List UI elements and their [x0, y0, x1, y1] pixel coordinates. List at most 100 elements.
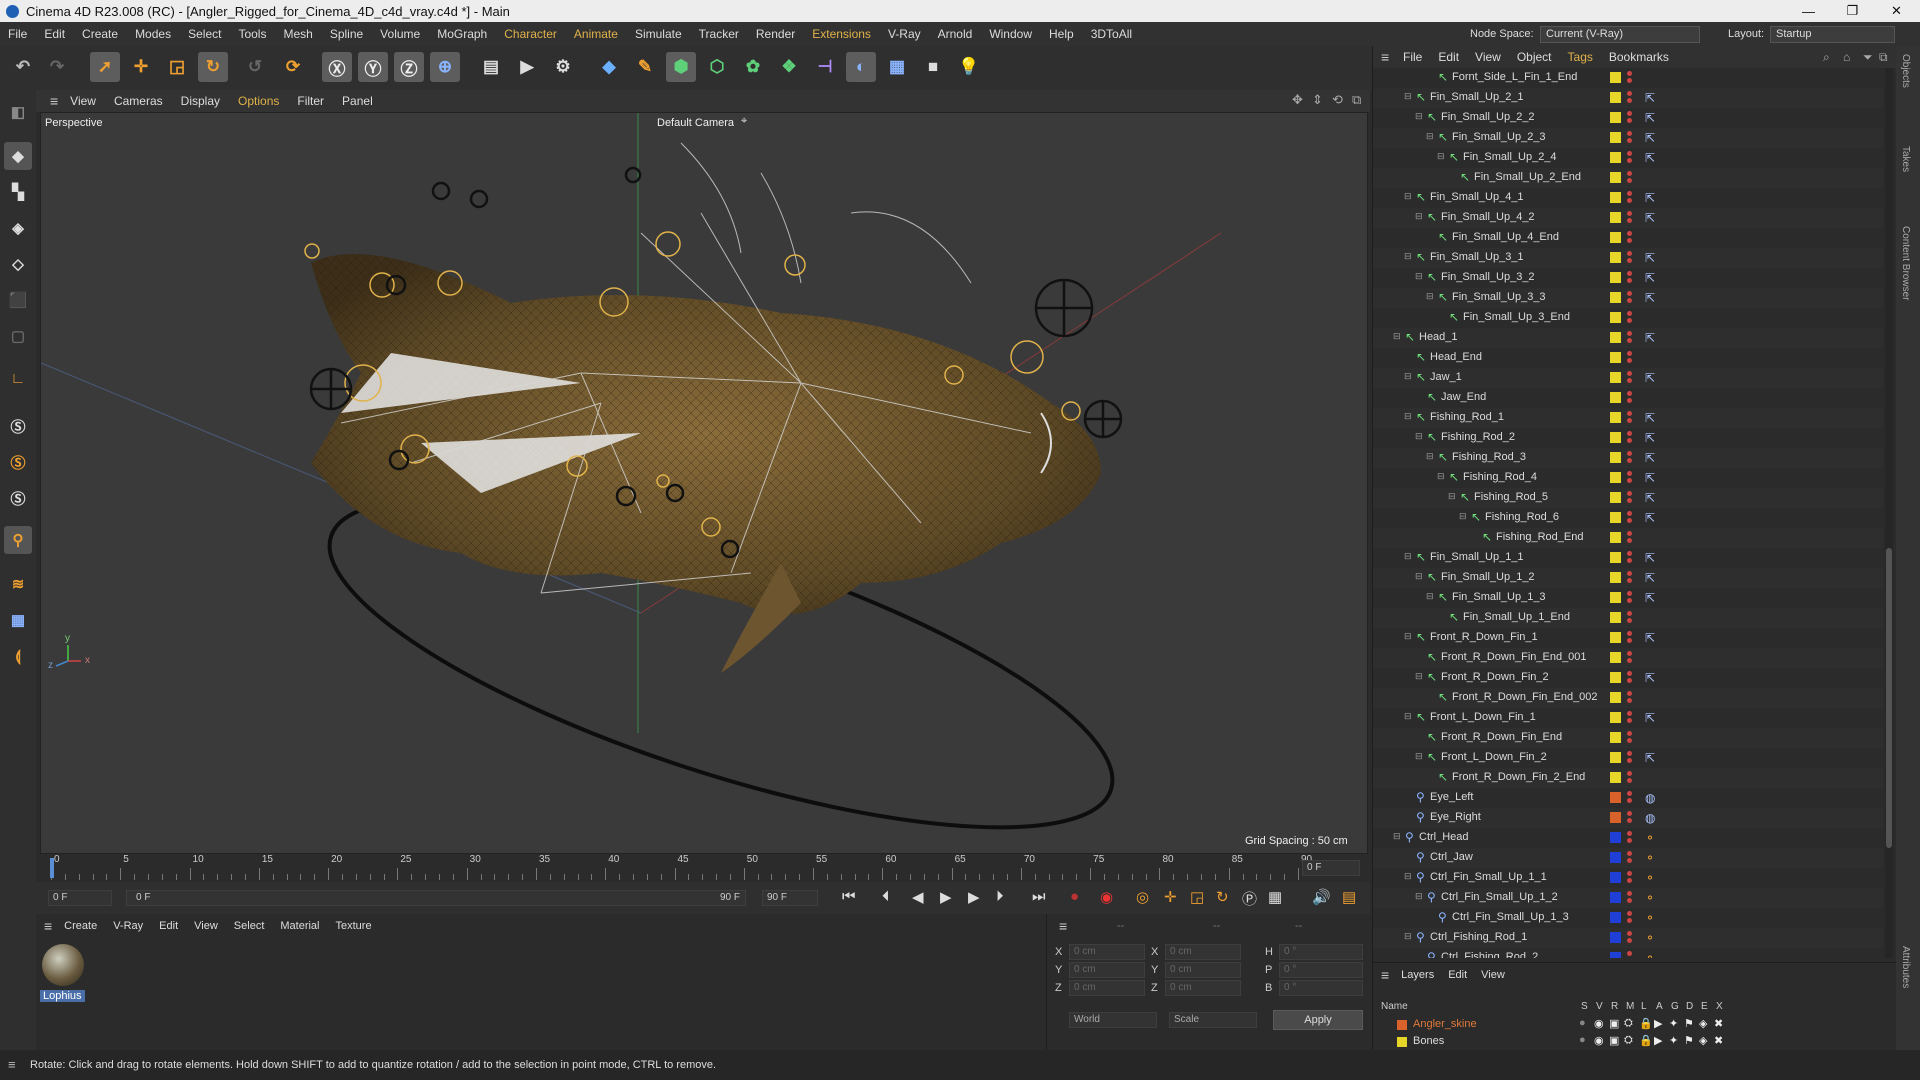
layer-color-swatch[interactable] — [1610, 312, 1621, 323]
rotation-field[interactable]: 0 ° — [1279, 980, 1363, 996]
visibility-dots-icon[interactable] — [1627, 91, 1632, 105]
viewport-menu-cameras[interactable]: Cameras — [114, 94, 163, 108]
layer-color-swatch[interactable] — [1610, 792, 1621, 803]
undo-icon[interactable]: ↶ — [8, 52, 38, 82]
object-name[interactable]: Front_R_Down_Fin_End — [1441, 731, 1562, 743]
object-row[interactable]: ↖ Fishing_Rod_End — [1373, 528, 1883, 548]
layer-toggle-icon[interactable]: ◈ — [1699, 1034, 1707, 1047]
collapse-toggle-icon[interactable]: ⊟ — [1415, 431, 1423, 442]
ik-tag-icon[interactable]: ⇱ — [1645, 751, 1655, 765]
object-name[interactable]: Front_R_Down_Fin_2_End — [1452, 771, 1585, 783]
layer-color-swatch[interactable] — [1610, 772, 1621, 783]
collapse-toggle-icon[interactable]: ⊟ — [1404, 931, 1412, 942]
menu-modes[interactable]: Modes — [135, 27, 171, 41]
object-name[interactable]: Ctrl_Head — [1419, 831, 1469, 843]
coordinate-system-icon[interactable]: ⊕ — [430, 52, 460, 82]
objects-menu-file[interactable]: File — [1403, 50, 1422, 64]
object-row[interactable]: ⊟ ↖ Fishing_Rod_2 ⇱ — [1373, 428, 1883, 448]
material-hamburger-icon[interactable]: ≡ — [44, 918, 52, 934]
key-rotation-icon[interactable]: ↻ — [1216, 888, 1229, 906]
constraint-tag-icon[interactable]: ⚬ — [1645, 911, 1655, 925]
layer-color-swatch[interactable] — [1610, 412, 1621, 423]
menu-animate[interactable]: Animate — [574, 27, 618, 41]
layer-toggle-icon[interactable]: ✖ — [1714, 1017, 1723, 1030]
tweak-icon[interactable]: ⚲ — [4, 526, 32, 554]
object-name[interactable]: Front_R_Down_Fin_End_002 — [1452, 691, 1598, 703]
visibility-dots-icon[interactable] — [1627, 911, 1632, 925]
new-window-icon[interactable]: ⧉ — [1879, 50, 1888, 65]
deformer-icon[interactable]: ⊣ — [810, 52, 840, 82]
position-field[interactable]: 0 cm — [1069, 962, 1145, 978]
visibility-dots-icon[interactable] — [1627, 171, 1632, 185]
visibility-dots-icon[interactable] — [1627, 531, 1632, 545]
material-menu-create[interactable]: Create — [64, 920, 97, 932]
go-to-start-icon[interactable]: ⏮ — [842, 888, 856, 905]
visibility-dots-icon[interactable] — [1627, 151, 1632, 165]
layer-color-swatch[interactable] — [1610, 392, 1621, 403]
object-name[interactable]: Front_R_Down_Fin_End_001 — [1441, 651, 1587, 663]
visibility-dots-icon[interactable] — [1627, 351, 1632, 365]
constraint-tag-icon[interactable]: ⚬ — [1645, 891, 1655, 905]
object-row[interactable]: ⊟ ↖ Front_R_Down_Fin_2 ⇱ — [1373, 668, 1883, 688]
collapse-toggle-icon[interactable]: ⊟ — [1404, 371, 1412, 382]
visibility-dots-icon[interactable] — [1627, 331, 1632, 345]
objects-menu-bookmarks[interactable]: Bookmarks — [1609, 50, 1669, 64]
object-row[interactable]: ⊟ ⚲ Ctrl_Head ⚬ — [1373, 828, 1883, 848]
ik-tag-icon[interactable]: ⇱ — [1645, 631, 1655, 645]
ik-tag-icon[interactable]: ⇱ — [1645, 451, 1655, 465]
layer-color-swatch[interactable] — [1610, 472, 1621, 483]
layer-name[interactable]: Angler_skine — [1413, 1018, 1477, 1030]
visibility-dots-icon[interactable] — [1627, 771, 1632, 785]
object-row[interactable]: ⊟ ⚲ Ctrl_Fin_Small_Up_1_1 ⚬ — [1373, 868, 1883, 888]
constraint-tag-icon[interactable]: ⚬ — [1645, 871, 1655, 885]
layer-color-swatch[interactable] — [1610, 72, 1621, 83]
ik-tag-icon[interactable]: ⇱ — [1645, 471, 1655, 485]
layer-color-swatch[interactable] — [1610, 292, 1621, 303]
uv-mode-icon[interactable]: ▢ — [4, 322, 32, 350]
object-row[interactable]: ⊟ ↖ Fin_Small_Up_1_2 ⇱ — [1373, 568, 1883, 588]
visibility-dots-icon[interactable] — [1627, 591, 1632, 605]
collapse-toggle-icon[interactable]: ⊟ — [1404, 251, 1412, 262]
collapse-toggle-icon[interactable]: ⊟ — [1393, 831, 1401, 842]
redo-icon[interactable]: ↷ — [42, 52, 72, 82]
light-icon[interactable]: 💡 — [954, 52, 984, 82]
visibility-dots-icon[interactable] — [1627, 431, 1632, 445]
layer-color-swatch[interactable] — [1610, 512, 1621, 523]
object-name[interactable]: Fin_Small_Up_2_3 — [1452, 131, 1546, 143]
layer-toggle-icon[interactable]: ⛭ — [1624, 1017, 1633, 1030]
object-row[interactable]: ⊟ ↖ Fin_Small_Up_2_3 ⇱ — [1373, 128, 1883, 148]
model-mode-icon[interactable]: ◆ — [4, 142, 32, 170]
size-field[interactable]: 0 cm — [1165, 980, 1241, 996]
object-name[interactable]: Ctrl_Fishing_Rod_2 — [1441, 951, 1538, 958]
material-menu-material[interactable]: Material — [280, 920, 319, 932]
layer-toggle-icon[interactable]: ⚑ — [1684, 1034, 1694, 1047]
step-back-icon[interactable]: ◀ — [912, 888, 924, 906]
locked-workplane-icon[interactable]: ⟬ — [4, 642, 32, 670]
visibility-dots-icon[interactable] — [1627, 471, 1632, 485]
object-name[interactable]: Fin_Small_Up_1_End — [1463, 611, 1570, 623]
object-row[interactable]: ⊟ ↖ Fin_Small_Up_2_4 ⇱ — [1373, 148, 1883, 168]
pen-icon[interactable]: ✎ — [630, 52, 660, 82]
visibility-dots-icon[interactable] — [1627, 371, 1632, 385]
object-name[interactable]: Fishing_Rod_6 — [1485, 511, 1559, 523]
layer-color-swatch[interactable] — [1610, 352, 1621, 363]
layer-color-swatch[interactable] — [1610, 912, 1621, 923]
ik-tag-icon[interactable]: ⇱ — [1645, 591, 1655, 605]
menu-help[interactable]: Help — [1049, 27, 1074, 41]
menu-simulate[interactable]: Simulate — [635, 27, 682, 41]
object-name[interactable]: Ctrl_Fishing_Rod_1 — [1430, 931, 1527, 943]
live-selection-icon[interactable]: ➚ — [90, 52, 120, 82]
ik-tag-icon[interactable]: ⇱ — [1645, 91, 1655, 105]
layer-color-swatch[interactable] — [1610, 952, 1621, 958]
previous-key-icon[interactable]: ⏴ — [882, 888, 890, 905]
layer-color-swatch[interactable] — [1397, 1037, 1407, 1047]
collapse-toggle-icon[interactable]: ⊟ — [1404, 711, 1412, 722]
object-name[interactable]: Head_End — [1430, 351, 1482, 363]
collapse-toggle-icon[interactable]: ⊟ — [1415, 891, 1423, 902]
layer-row[interactable]: Bones ● ◉ ▣ ⛭ 🔒 ▶ ✦ ⚑ ◈ ✖ — [1373, 1034, 1893, 1050]
object-name[interactable]: Fishing_Rod_2 — [1441, 431, 1515, 443]
layer-color-swatch[interactable] — [1610, 752, 1621, 763]
ik-tag-icon[interactable]: ⇱ — [1645, 491, 1655, 505]
object-name[interactable]: Ctrl_Fin_Small_Up_1_1 — [1430, 871, 1547, 883]
visibility-dots-icon[interactable] — [1627, 71, 1632, 85]
